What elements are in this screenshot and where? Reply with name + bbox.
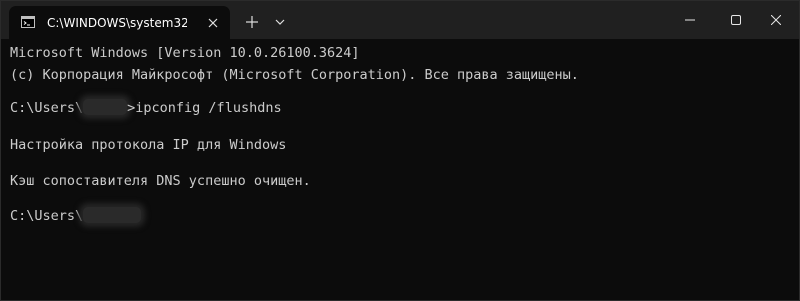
console-line: Настройка протокола IP для Windows	[10, 137, 287, 153]
console-output[interactable]: Microsoft Windows [Version 10.0.26100.36…	[1, 39, 799, 300]
close-window-button[interactable]	[753, 1, 799, 39]
close-icon[interactable]	[205, 15, 221, 31]
chevron-down-icon[interactable]	[271, 12, 289, 32]
redacted-username	[83, 206, 142, 223]
prompt-path: C:\Users\	[10, 100, 84, 116]
console-line: Microsoft Windows [Version 10.0.26100.36…	[10, 45, 360, 61]
cmd-icon	[21, 16, 35, 28]
command-text: >ipconfig /flushdns	[127, 100, 282, 116]
minimize-icon	[685, 19, 695, 21]
plus-icon[interactable]	[238, 12, 266, 32]
minimize-button[interactable]	[667, 1, 713, 39]
terminal-window: C:\WINDOWS\system32\cmd.e	[0, 0, 800, 301]
maximize-icon	[731, 15, 741, 25]
tab-title: C:\WINDOWS\system32\cmd.e	[47, 16, 187, 30]
redacted-username	[83, 98, 128, 115]
tab-cmd[interactable]: C:\WINDOWS\system32\cmd.e	[9, 6, 230, 39]
console-line: (c) Корпорация Майкрософт (Microsoft Cor…	[10, 67, 579, 83]
console-line: Кэш сопоставителя DNS успешно очищен.	[10, 173, 311, 189]
prompt-path: C:\Users\	[10, 208, 84, 224]
console-prompt-line: C:\Users\	[10, 206, 142, 225]
close-icon	[771, 15, 781, 25]
console-command-line: C:\Users\ >ipconfig /flushdns	[10, 98, 282, 117]
title-bar[interactable]: C:\WINDOWS\system32\cmd.e	[1, 1, 799, 39]
